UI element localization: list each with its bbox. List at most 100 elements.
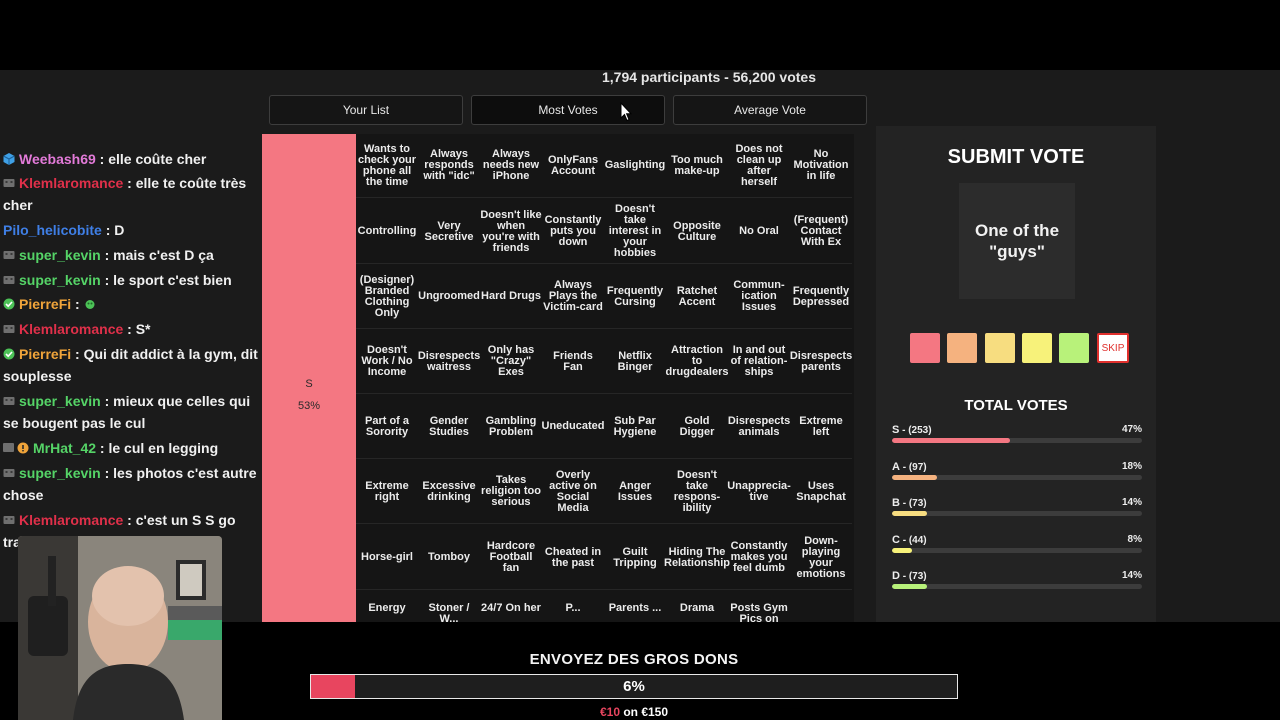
tier-item: Very Secretive	[418, 200, 480, 264]
webcam-feed	[18, 536, 222, 720]
chat-username[interactable]: PierreFi	[19, 296, 71, 312]
total-bar-fill	[892, 584, 927, 589]
tier-item: Gold Digger	[666, 395, 728, 459]
tier-item: Commun-ication Issues	[728, 265, 790, 329]
donation-title: ENVOYEZ DES GROS DONS	[529, 651, 739, 668]
robot-icon	[3, 276, 15, 284]
chat-username[interactable]: Klemlaromance	[19, 321, 123, 337]
chat-username[interactable]: Klemlaromance	[19, 175, 123, 191]
chat-username[interactable]: Weebash69	[19, 151, 96, 167]
tier-item: Constantly puts you down	[542, 200, 604, 264]
chat-text: : le sport c'est bien	[100, 272, 232, 288]
chat-message: PierreFi :	[3, 293, 268, 315]
chat-text: :	[71, 296, 84, 312]
chat-message: super_kevin : les photos c'est autre cho…	[3, 462, 268, 506]
check-icon	[3, 348, 15, 360]
participants-count: 1,794 participants - 56,200 votes	[602, 69, 816, 85]
tab-your-list[interactable]: Your List	[269, 95, 463, 125]
total-bar	[892, 584, 1142, 589]
tier-item: Constantly makes you feel dumb	[728, 526, 790, 590]
chat-message: Weebash69 : elle coûte cher	[3, 148, 268, 170]
total-row-b: B - (73) 14%	[892, 497, 1142, 519]
chat-message: PierreFi : Qui dit addict à la gym, dit …	[3, 343, 268, 387]
tier-items-grid: Wants to check your phone all the time Al…	[356, 134, 854, 622]
total-bar-fill	[892, 475, 937, 480]
tier-item: Energy	[356, 591, 418, 622]
tier-item: Frequently Cursing	[604, 265, 666, 329]
robot-icon	[3, 516, 15, 524]
tier-item: Too much make-up	[666, 134, 728, 198]
tier-s-label: S 53%	[262, 134, 356, 622]
tier-item: Hard Drugs	[480, 265, 542, 329]
tier-item: Always Plays the Victim-card	[542, 265, 604, 329]
vote-d-button[interactable]	[1059, 333, 1089, 363]
tier-item: Friends Fan	[542, 330, 604, 394]
tier-item: Doesn't take respons-ibility	[666, 460, 728, 524]
tier-percent: 53%	[297, 400, 321, 412]
tier-item: Tomboy	[418, 526, 480, 590]
tier-item: Wants to check your phone all the time	[356, 134, 418, 198]
tier-item: Gambling Problem	[480, 395, 542, 459]
tier-item: Excessive drinking	[418, 460, 480, 524]
tier-item: Gaslighting	[604, 134, 666, 198]
tier-item: Netflix Binger	[604, 330, 666, 394]
skip-button[interactable]: SKIP	[1097, 333, 1129, 363]
total-percent: 14%	[1121, 497, 1142, 508]
vote-s-button[interactable]	[910, 333, 940, 363]
cube-icon	[3, 153, 15, 165]
total-row-s: S - (253) 47%	[892, 424, 1142, 446]
tier-item: Parents ...	[604, 591, 666, 622]
chat-username[interactable]: super_kevin	[19, 247, 101, 263]
tab-average-vote[interactable]: Average Vote	[673, 95, 867, 125]
chat-username[interactable]: super_kevin	[19, 393, 101, 409]
total-label: A - (97)	[892, 461, 927, 473]
tier-item: Part of a Sorority	[356, 395, 418, 459]
total-bar-fill	[892, 438, 1010, 443]
tier-item: No Oral	[728, 200, 790, 264]
total-bar	[892, 475, 1142, 480]
vote-b-button[interactable]	[985, 333, 1015, 363]
tier-item	[790, 591, 852, 622]
tier-item: Extreme right	[356, 460, 418, 524]
chat-username[interactable]: super_kevin	[19, 272, 101, 288]
chat-username[interactable]: PierreFi	[19, 346, 71, 362]
total-label: S - (253)	[892, 424, 932, 436]
chat-username[interactable]: super_kevin	[19, 465, 101, 481]
tier-letter: S	[305, 378, 313, 390]
vote-a-button[interactable]	[947, 333, 977, 363]
tier-item: Controlling	[356, 200, 418, 264]
total-label: C - (44)	[892, 534, 927, 546]
chat-text: : S*	[123, 321, 151, 337]
chat-username[interactable]: Pilo_helicobite	[3, 222, 102, 238]
total-bar	[892, 438, 1142, 443]
total-label: D - (73)	[892, 570, 927, 582]
donation-percent: 6%	[623, 678, 645, 695]
tab-most-votes[interactable]: Most Votes	[471, 95, 665, 125]
tier-item: No Motivation in life	[790, 134, 852, 198]
total-row-a: A - (97) 18%	[892, 461, 1142, 483]
webcam-image	[18, 536, 222, 720]
tier-item: (Frequent) Contact With Ex	[790, 200, 852, 264]
chat-text: : elle coûte cher	[95, 151, 207, 167]
tier-item: (Designer) Branded Clothing Only	[356, 265, 418, 329]
donation-amount: €10 on €150	[310, 705, 958, 719]
vote-c-button[interactable]	[1022, 333, 1052, 363]
total-percent: 8%	[1127, 534, 1142, 545]
tier-item: Takes religion too serious	[480, 460, 542, 524]
chat-text: : mais c'est D ça	[100, 247, 214, 263]
total-percent: 14%	[1121, 570, 1142, 581]
tier-item: Always needs new iPhone	[480, 134, 542, 198]
tier-item: Posts Gym Pics on	[728, 591, 790, 623]
total-row-d: D - (73) 14%	[892, 570, 1142, 592]
tier-item: Doesn't like when you're with friends	[480, 200, 542, 264]
total-row-c: C - (44) 8%	[892, 534, 1142, 556]
robot-icon	[3, 325, 15, 333]
chat-username[interactable]: MrHat_42	[33, 440, 96, 456]
total-bar-fill	[892, 511, 927, 516]
tier-item: Disrespects animals	[728, 395, 790, 459]
tier-item: Always responds with "idc"	[418, 134, 480, 198]
chat-text: : le cul en legging	[96, 440, 219, 456]
chat-message: super_kevin : mais c'est D ça	[3, 244, 268, 266]
chat-username[interactable]: Klemlaromance	[19, 512, 123, 528]
tier-item: OnlyFans Account	[542, 134, 604, 198]
